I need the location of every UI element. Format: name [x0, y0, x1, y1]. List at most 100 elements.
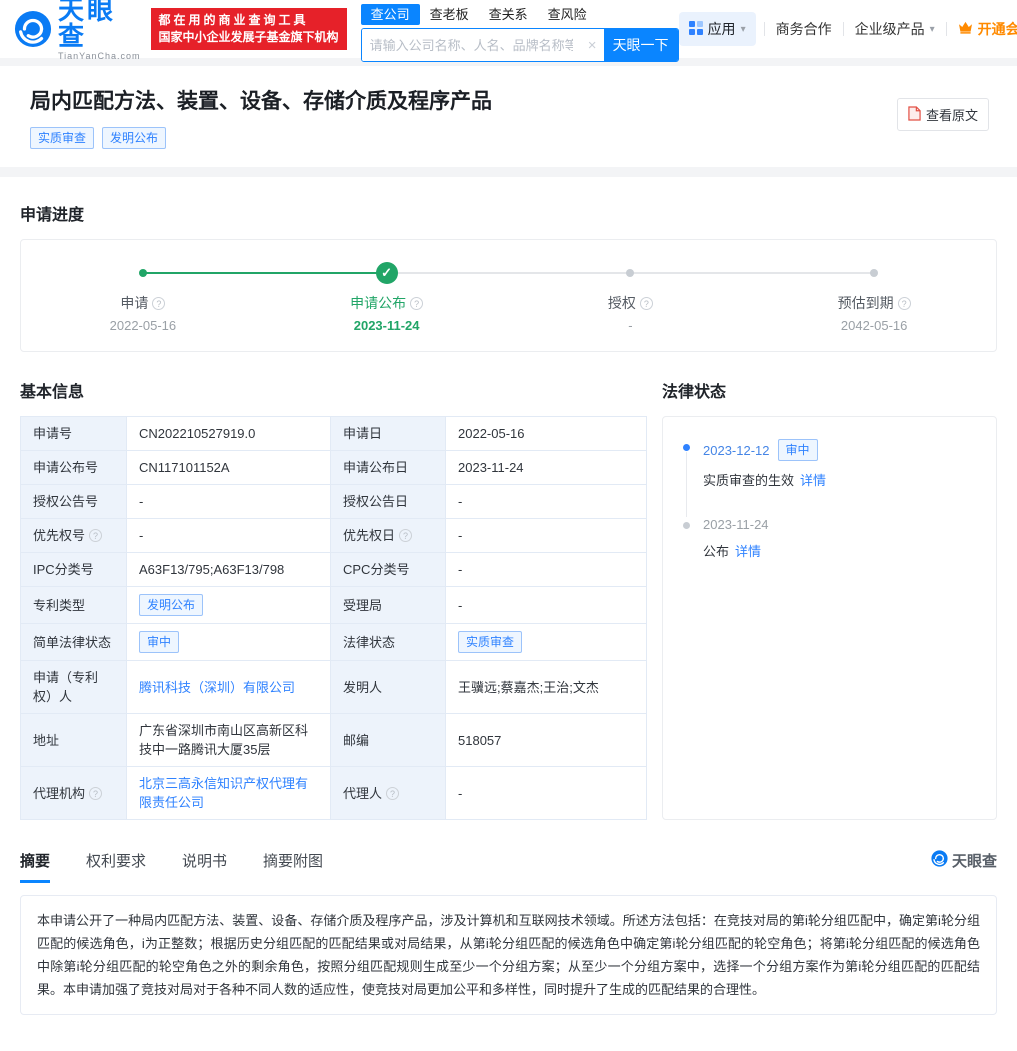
help-icon: ? — [89, 787, 102, 800]
field-label-cell: 申请公布号 — [21, 451, 127, 485]
patent-detail-card: 申请进度 申请?2022-05-16✓申请公布?2023-11-24授权?-预估… — [0, 177, 1017, 1051]
progress-step-name: 申请公布 — [350, 293, 406, 313]
patent-title-card: 局内匹配方法、装置、设备、存储介质及程序产品 实质审查发明公布 查看原文 — [0, 66, 1017, 167]
field-label-cell: 申请公布日 — [331, 451, 446, 485]
field-label-cell: 地址 — [21, 714, 127, 767]
field-label-cell: 法律状态 — [331, 624, 446, 661]
field-label: 专利类型 — [33, 596, 85, 615]
patent-tag-row: 实质审查发明公布 — [30, 127, 987, 149]
legal-status-text: 公布 — [703, 544, 729, 559]
field-label-cell: 简单法律状态 — [21, 624, 127, 661]
progress-steps: 申请?2022-05-16✓申请公布?2023-11-24授权?-预估到期?20… — [21, 262, 996, 333]
field-label: 发明人 — [343, 678, 382, 697]
progress-step-date: 2042-05-16 — [752, 318, 996, 333]
nav-apps-label: 应用 — [708, 19, 736, 39]
field-value: - — [127, 519, 331, 553]
status-badge: 实质审查 — [458, 631, 522, 653]
field-label: 申请（专利权）人 — [33, 668, 114, 706]
tyc-logo-icon — [14, 10, 52, 48]
patent-tag: 实质审查 — [30, 127, 94, 149]
nav-enterprise-products[interactable]: 企业级产品 ▾ — [844, 19, 946, 39]
help-icon: ? — [640, 297, 653, 310]
legal-status-date: 2023-12-12 — [703, 443, 770, 458]
pending-dot-icon — [626, 269, 634, 277]
progress-step-label: 申请公布? — [265, 293, 509, 313]
view-original-button[interactable]: 查看原文 — [897, 98, 989, 131]
field-label: 简单法律状态 — [33, 633, 111, 652]
field-label-cell: 邮编 — [331, 714, 446, 767]
field-label: 邮编 — [343, 731, 369, 750]
tab-权利要求[interactable]: 权利要求 — [86, 850, 146, 883]
search-tab-查关系[interactable]: 查关系 — [479, 4, 538, 25]
progress-step-date: 2023-11-24 — [265, 318, 509, 333]
field-label: 法律状态 — [343, 633, 395, 652]
search-button[interactable]: 天眼一下 — [604, 29, 678, 61]
field-label-cell: IPC分类号 — [21, 553, 127, 587]
nav-biz-label: 商务合作 — [776, 19, 832, 39]
progress-step-date: - — [509, 318, 753, 333]
timeline-connector — [686, 452, 687, 517]
search-tab-查公司[interactable]: 查公司 — [361, 4, 420, 25]
legal-status-item: 2023-12-12审中实质审查的生效详情 — [683, 439, 976, 517]
field-value: CN117101152A — [127, 451, 331, 485]
progress-heading: 申请进度 — [20, 201, 997, 225]
progress-step: 申请?2022-05-16 — [21, 262, 265, 333]
tianyancha-logo[interactable]: 天眼查 TianYanCha.com — [14, 0, 141, 61]
field-value-cell: 审中 — [127, 624, 331, 661]
help-icon: ? — [89, 529, 102, 542]
entity-link[interactable]: 腾讯科技（深圳）有限公司 — [139, 680, 295, 695]
entity-link[interactable]: 北京三高永信知识产权代理有限责任公司 — [139, 776, 308, 810]
field-value: 518057 — [446, 714, 647, 767]
progress-step: ✓申请公布?2023-11-24 — [265, 262, 509, 333]
field-value: - — [446, 553, 647, 587]
legal-status-section: 法律状态 2023-12-12审中实质审查的生效详情2023-11-24公布详情 — [662, 378, 997, 820]
view-original-label: 查看原文 — [926, 105, 978, 124]
field-label-cell: 专利类型 — [21, 587, 127, 624]
tab-说明书[interactable]: 说明书 — [182, 850, 227, 883]
search-tab-查老板[interactable]: 查老板 — [420, 4, 479, 25]
watermark-text: 天眼查 — [952, 850, 997, 871]
slogan-line1: 都在用的商业查询工具 — [159, 12, 339, 29]
basic-info-table: 申请号CN202210527919.0申请日2022-05-16 申请公布号 CN1… — [20, 416, 647, 820]
field-label-cell: 申请日 — [331, 417, 446, 451]
field-label-cell: 受理局 — [331, 587, 446, 624]
field-label: 申请日 — [343, 424, 382, 443]
header-nav: 应用 ▾ 商务合作 企业级产品 ▾ 开通会员 ▾ — [679, 12, 1017, 46]
legal-status-text: 实质审查的生效 — [703, 473, 794, 488]
nav-vip-membership[interactable]: 开通会员 ▾ — [947, 19, 1017, 39]
timeline-dot-icon — [683, 444, 690, 451]
field-value: - — [127, 485, 331, 519]
field-value-cell: 发明公布 — [127, 587, 331, 624]
field-label: 申请公布日 — [343, 458, 408, 477]
detail-link[interactable]: 详情 — [735, 544, 761, 559]
progress-step-name: 预估到期 — [838, 293, 894, 313]
brand-domain: TianYanCha.com — [58, 52, 141, 61]
search-input[interactable] — [362, 29, 581, 61]
help-icon: ? — [399, 529, 412, 542]
field-label: 申请公布号 — [33, 458, 98, 477]
tab-摘要附图[interactable]: 摘要附图 — [263, 850, 323, 883]
slogan-line2: 国家中小企业发展子基金旗下机构 — [159, 29, 339, 46]
field-value: 广东省深圳市南山区高新区科技中一路腾讯大厦35层 — [127, 714, 331, 767]
field-value: - — [446, 767, 647, 820]
field-label-cell: 授权公告号 — [21, 485, 127, 519]
table-row: IPC分类号A63F13/795;A63F13/798CPC分类号- — [21, 553, 647, 587]
field-value-cell: 腾讯科技（深圳）有限公司 — [127, 661, 331, 714]
patent-tag: 发明公布 — [102, 127, 166, 149]
detail-link[interactable]: 详情 — [800, 473, 826, 488]
clear-icon[interactable]: × — [581, 37, 604, 54]
help-icon: ? — [898, 297, 911, 310]
search-tab-查风险[interactable]: 查风险 — [538, 4, 597, 25]
progress-step: 预估到期? 2042-05-16 — [752, 262, 996, 333]
field-label-cell: 授权公告日 — [331, 485, 446, 519]
table-row: 地址广东省深圳市南山区高新区科技中一路腾讯大厦35层邮编 518057 — [21, 714, 647, 767]
table-row: 申请号CN202210527919.0申请日2022-05-16 — [21, 417, 647, 451]
field-label-cell: 代理人? — [331, 767, 446, 820]
help-icon: ? — [410, 297, 423, 310]
tab-摘要[interactable]: 摘要 — [20, 850, 50, 883]
field-label-cell: CPC分类号 — [331, 553, 446, 587]
nav-business-cooperation[interactable]: 商务合作 — [765, 19, 843, 39]
legal-status-item: 2023-11-24公布详情 — [683, 517, 976, 588]
tyc-watermark-icon — [931, 850, 948, 871]
nav-apps[interactable]: 应用 ▾ — [679, 12, 756, 46]
